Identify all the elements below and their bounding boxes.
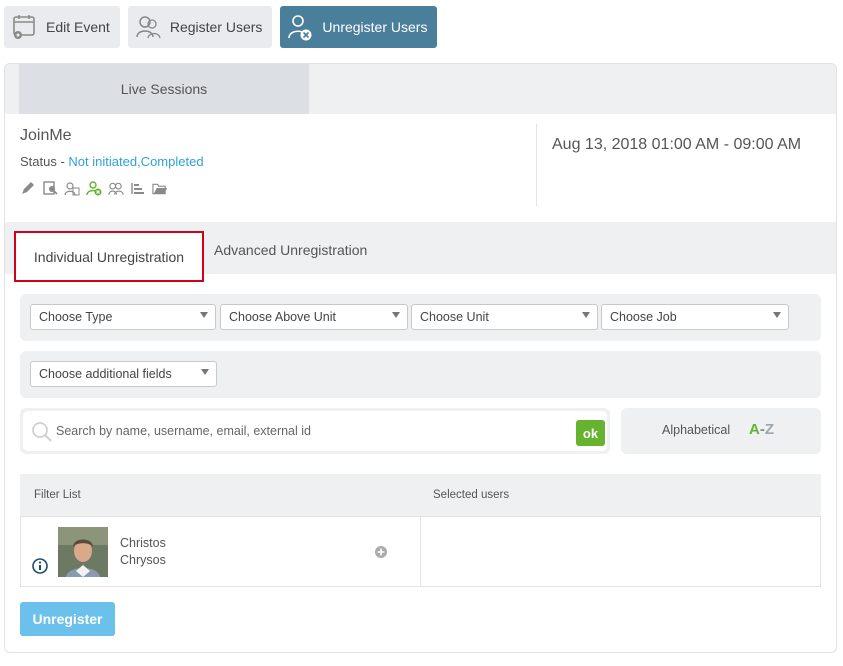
choose-additional-fields-select[interactable]: Choose additional fields (30, 361, 217, 387)
selected-users-header: Selected users (433, 489, 510, 501)
alphabetical-sort[interactable]: Alphabetical A-Z (621, 408, 821, 454)
chevron-down-icon (773, 312, 781, 318)
unregister-user-icon[interactable] (86, 180, 102, 196)
tab-advanced-unregistration[interactable]: Advanced Unregistration (214, 242, 367, 258)
edit-icon[interactable] (20, 180, 36, 196)
choose-additional-fields-value: Choose additional fields (39, 367, 172, 381)
event-date: Aug 13, 2018 01:00 AM - 09:00 AM (552, 136, 802, 153)
calendar-settings-icon (10, 12, 38, 42)
preview-icon[interactable] (42, 180, 58, 196)
filter-row: Choose Type Choose Above Unit Choose Uni… (20, 294, 821, 341)
list-header: Filter List Selected users (20, 474, 821, 516)
event-divider (536, 124, 537, 206)
info-icon[interactable] (32, 558, 48, 579)
filter-list-header: Filter List (34, 489, 81, 501)
search-placeholder: Search by name, username, email, externa… (56, 424, 311, 438)
main-panel: Live Sessions JoinMe Status - Not initia… (4, 63, 837, 653)
choose-job-select[interactable]: Choose Job (601, 304, 789, 330)
user-last-name: Chrysos (120, 553, 166, 567)
additional-fields-row: Choose additional fields (20, 351, 821, 398)
unregister-button[interactable]: Unregister (20, 602, 115, 636)
unregister-users-label: Unregister Users (322, 19, 428, 35)
search-container: Search by name, username, email, externa… (20, 408, 610, 454)
edit-event-button[interactable]: Edit Event (4, 6, 120, 48)
folder-icon[interactable] (152, 180, 168, 196)
users-list: Christos Chrysos (20, 516, 821, 587)
user-first-name: Christos (120, 536, 166, 550)
tab-individual-unregistration[interactable]: Individual Unregistration (14, 231, 204, 282)
choose-job-value: Choose Job (610, 310, 677, 324)
sort-az-toggle[interactable]: A-Z (749, 421, 774, 438)
group-icon[interactable] (108, 180, 124, 196)
top-toolbar: Edit Event Register Users Unregister Use… (4, 6, 438, 48)
event-status: Status - Not initiated,Completed (20, 154, 204, 169)
search-icon (31, 421, 53, 448)
report-icon[interactable] (130, 180, 146, 196)
choose-type-value: Choose Type (39, 310, 113, 324)
event-name: JoinMe (20, 127, 72, 144)
user-remove-icon (286, 12, 314, 42)
unregister-users-button[interactable]: Unregister Users (280, 6, 438, 48)
choose-type-select[interactable]: Choose Type (30, 304, 216, 330)
search-ok-button[interactable]: ok (576, 420, 605, 446)
sort-label: Alphabetical (662, 423, 731, 437)
chevron-down-icon (201, 369, 209, 375)
choose-unit-select[interactable]: Choose Unit (411, 304, 598, 330)
choose-above-unit-select[interactable]: Choose Above Unit (220, 304, 408, 330)
search-input[interactable]: Search by name, username, email, externa… (23, 411, 607, 451)
chevron-down-icon (582, 312, 590, 318)
status-value: Not initiated,Completed (68, 154, 204, 169)
add-user-icon[interactable] (374, 545, 388, 564)
status-label: Status - (20, 154, 69, 169)
edit-event-label: Edit Event (46, 19, 110, 35)
chevron-down-icon (392, 312, 400, 318)
choose-above-unit-value: Choose Above Unit (229, 310, 337, 324)
choose-unit-value: Choose Unit (420, 310, 489, 324)
event-action-icons (20, 180, 168, 196)
register-users-label: Register Users (169, 19, 263, 35)
avatar (58, 527, 108, 577)
list-divider (420, 517, 421, 586)
register-users-button[interactable]: Register Users (127, 6, 273, 48)
chevron-down-icon (200, 312, 208, 318)
users-add-icon (134, 12, 162, 42)
tab-live-sessions[interactable]: Live Sessions (19, 64, 309, 114)
users-list-icon[interactable] (64, 180, 80, 196)
